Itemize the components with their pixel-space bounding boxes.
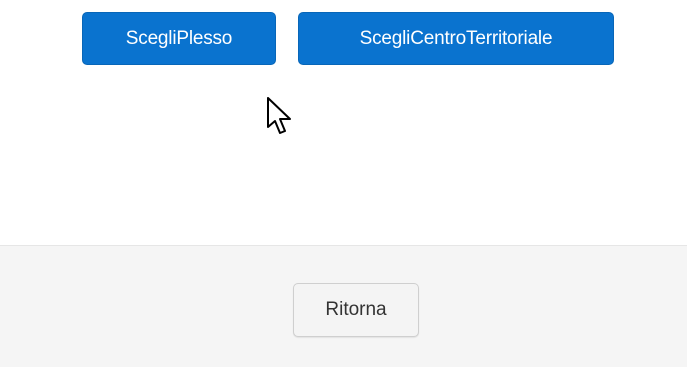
scegli-centro-territoriale-button[interactable]: ScegliCentroTerritoriale	[298, 12, 614, 65]
scegli-plesso-button[interactable]: ScegliPlesso	[82, 12, 276, 65]
mouse-pointer-icon	[267, 97, 291, 134]
dialog-footer: Ritorna	[0, 245, 687, 367]
dialog-body: ScegliPlesso ScegliCentroTerritoriale Ri…	[0, 0, 687, 367]
ritorna-button[interactable]: Ritorna	[293, 283, 419, 337]
